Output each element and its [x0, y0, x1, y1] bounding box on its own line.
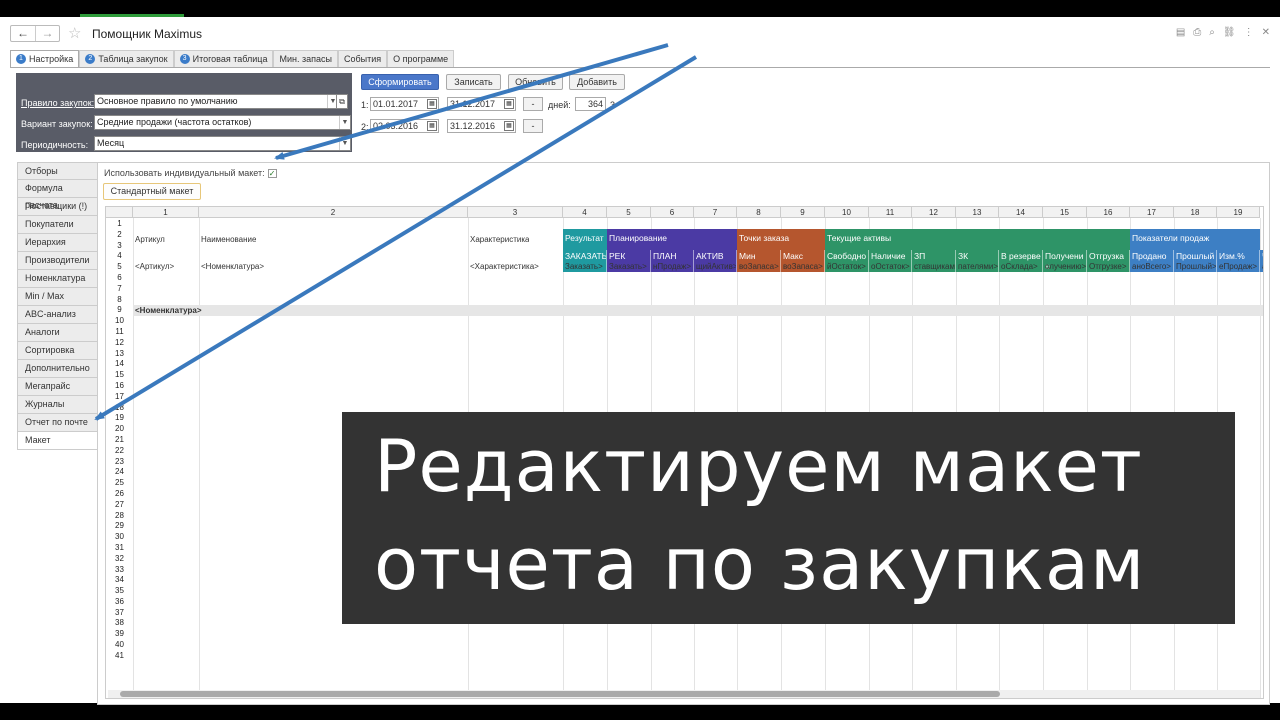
annotation-arrows — [94, 43, 698, 421]
app-window: ← → ☆ Помощник Maximus ▤ ⎙ ⌕ ⛓ ⋮ ✕ 1 Наст… — [0, 17, 1280, 705]
arrow-to-layout-tab — [94, 55, 698, 421]
arrow-to-checkbox — [274, 43, 669, 160]
window-accent — [80, 14, 184, 17]
